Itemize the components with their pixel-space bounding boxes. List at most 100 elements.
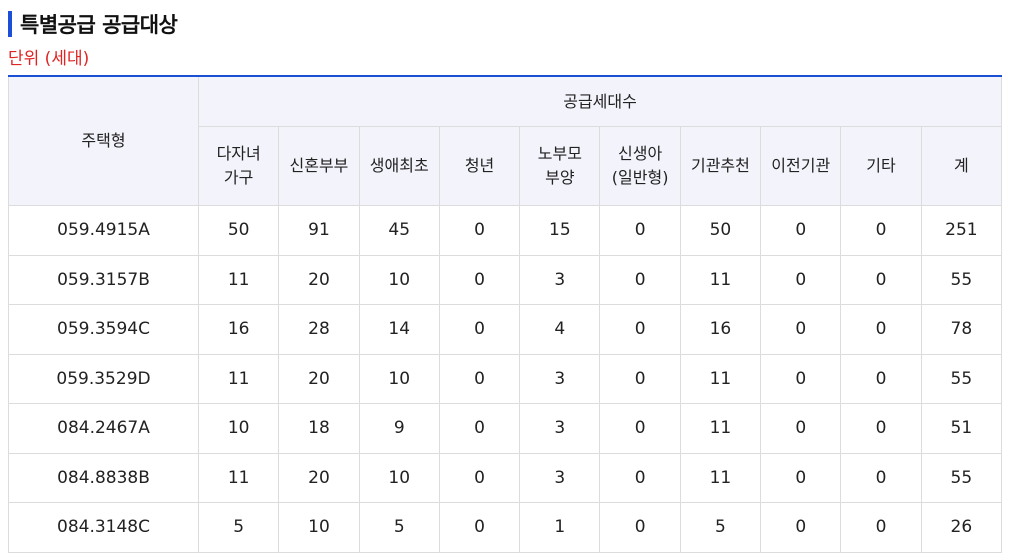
cell-housing-type: 059.4915A	[8, 205, 199, 256]
table-row: 059.4915A 50 91 45 0 15 0 50 0 0 251	[8, 205, 1003, 256]
cell-value: 0	[840, 254, 922, 305]
cell-housing-type: 059.3594C	[8, 304, 199, 355]
header-category-line1: 청년	[464, 156, 495, 175]
header-row-group: 주택형 공급세대수	[8, 75, 1003, 206]
cell-value: 1	[519, 502, 601, 553]
header-category: 청년	[438, 126, 521, 206]
cell-value: 0	[760, 403, 842, 454]
table-row: 059.3157B 11 20 10 0 3 0 11 0 0 55	[8, 254, 1003, 305]
cell-value: 10	[358, 353, 440, 404]
cell-value: 11	[679, 353, 762, 404]
cell-value: 11	[197, 254, 280, 305]
supply-table: 주택형 공급세대수 다자녀가구 신혼부부 생애최초 청년 노부모부양 신생아 (일반형) 기관…	[8, 75, 1003, 553]
cell-value: 0	[840, 502, 922, 553]
cell-value: 3	[519, 254, 601, 305]
table-row: 059.3594C 16 28 14 0 4 0 16 0 0 78	[8, 304, 1003, 355]
header-category-line2: 가구	[223, 168, 254, 187]
table-row: 084.8838B 11 20 10 0 3 0 11 0 0 55	[8, 452, 1003, 503]
header-category-line1: 계	[953, 156, 969, 175]
cell-housing-type: 084.2467A	[8, 403, 199, 454]
cell-value: 20	[278, 452, 360, 503]
header-category-label: 생애최초	[370, 154, 429, 178]
cell-value: 0	[840, 205, 922, 256]
cell-value: 0	[599, 304, 681, 355]
header-category-line2: (일반형)	[611, 168, 669, 187]
header-category-label: 청년	[465, 154, 494, 178]
header-category: 이전기관	[760, 126, 842, 206]
cell-value: 28	[278, 304, 360, 355]
cell-value: 55	[920, 254, 1003, 305]
cell-value: 10	[358, 452, 440, 503]
header-category: 노부모부양	[519, 126, 601, 206]
header-category-line2: 부양	[545, 168, 575, 187]
cell-value: 3	[519, 452, 601, 503]
cell-value: 9	[358, 403, 440, 454]
cell-value: 251	[920, 205, 1003, 256]
cell-value: 18	[278, 403, 360, 454]
cell-value: 91	[278, 205, 360, 256]
cell-value: 16	[197, 304, 280, 355]
header-category-label: 이전기관	[771, 154, 830, 178]
cell-value: 0	[760, 254, 842, 305]
header-category-label: 노부모부양	[538, 142, 582, 190]
cell-value: 0	[438, 452, 521, 503]
cell-value: 0	[438, 403, 521, 454]
cell-value: 10	[197, 403, 280, 454]
header-category: 신생아 (일반형)	[599, 126, 681, 206]
header-category: 계	[920, 126, 1003, 206]
header-category: 다자녀가구	[197, 126, 280, 206]
cell-value: 0	[840, 353, 922, 404]
cell-value: 14	[358, 304, 440, 355]
cell-housing-type: 084.8838B	[8, 452, 199, 503]
cell-housing-type: 084.3148C	[8, 502, 199, 553]
cell-value: 55	[920, 353, 1003, 404]
cell-value: 3	[519, 353, 601, 404]
cell-value: 20	[278, 353, 360, 404]
header-category: 기타	[840, 126, 922, 206]
cell-value: 50	[197, 205, 280, 256]
cell-value: 0	[599, 452, 681, 503]
cell-value: 0	[599, 205, 681, 256]
cell-value: 0	[840, 304, 922, 355]
cell-value: 0	[760, 353, 842, 404]
cell-value: 0	[599, 403, 681, 454]
cell-value: 0	[599, 502, 681, 553]
header-category-label: 계	[954, 154, 969, 178]
header-category-label: 기관추천	[691, 154, 750, 178]
supply-table-container: 주택형 공급세대수 다자녀가구 신혼부부 생애최초 청년 노부모부양 신생아 (일반형) 기관…	[8, 75, 1003, 553]
cell-value: 51	[920, 403, 1003, 454]
cell-value: 50	[679, 205, 762, 256]
header-category-label: 신혼부부	[290, 154, 349, 178]
cell-value: 20	[278, 254, 360, 305]
header-housing-type: 주택형	[8, 75, 199, 206]
header-category: 생애최초	[358, 126, 440, 206]
header-category: 신혼부부	[278, 126, 360, 206]
cell-value: 0	[599, 353, 681, 404]
header-category-line1: 신혼부부	[289, 156, 349, 175]
cell-value: 15	[519, 205, 601, 256]
table-body: 059.4915A 50 91 45 0 15 0 50 0 0 251 059.3157B 11 20 1…	[8, 205, 1003, 553]
cell-value: 0	[438, 502, 521, 553]
header-category-line1: 노부모	[537, 144, 582, 163]
cell-value: 16	[679, 304, 762, 355]
cell-value: 11	[679, 254, 762, 305]
cell-value: 0	[840, 403, 922, 454]
header-category: 기관추천	[679, 126, 762, 206]
cell-value: 0	[438, 205, 521, 256]
cell-value: 45	[358, 205, 440, 256]
title-accent-bar	[8, 11, 12, 37]
header-category-line1: 기관추천	[690, 156, 750, 175]
cell-value: 5	[679, 502, 762, 553]
cell-value: 0	[760, 304, 842, 355]
cell-value: 11	[679, 452, 762, 503]
unit-note: 단위 (세대)	[8, 49, 90, 69]
cell-value: 0	[438, 304, 521, 355]
header-category-line1: 이전기관	[771, 156, 831, 175]
cell-housing-type: 059.3157B	[8, 254, 199, 305]
cell-housing-type: 059.3529D	[8, 353, 199, 404]
cell-value: 10	[278, 502, 360, 553]
table-row: 059.3529D 11 20 10 0 3 0 11 0 0 55	[8, 353, 1003, 404]
header-category-line1: 다자녀	[216, 144, 261, 163]
cell-value: 3	[519, 403, 601, 454]
cell-value: 5	[358, 502, 440, 553]
